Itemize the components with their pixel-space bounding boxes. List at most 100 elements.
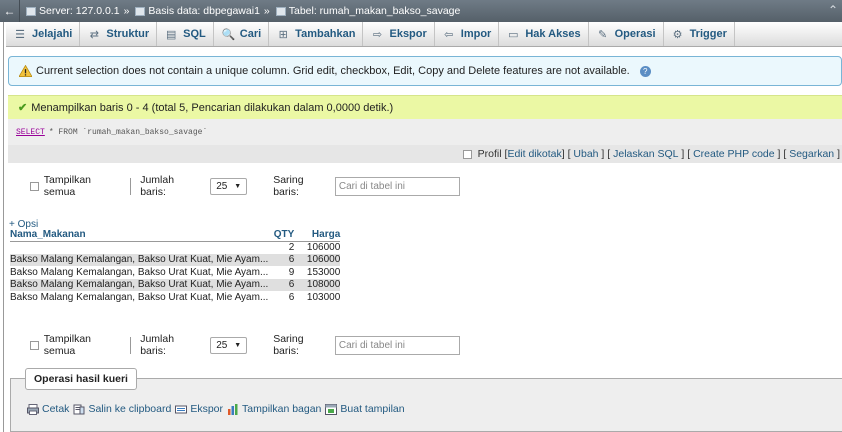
insert-icon: ⊞ xyxy=(278,28,288,41)
edit-link[interactable]: Ubah xyxy=(573,148,598,160)
export-label: Ekspor xyxy=(190,403,224,415)
tab-ekspor[interactable]: ⇨ Ekspor xyxy=(363,22,435,46)
cell-qty: 6 xyxy=(268,253,295,266)
tab-jelajahi[interactable]: ☰ Jelajahi xyxy=(6,22,81,46)
column-header-nama-makanan[interactable]: Nama_Makanan xyxy=(10,229,269,242)
clipboard-icon xyxy=(73,404,85,414)
profile-checkbox[interactable] xyxy=(462,149,472,159)
notice-text: Current selection does not contain a uni… xyxy=(36,65,630,77)
tab-label: Hak Akses xyxy=(525,28,581,40)
cell-qty: 6 xyxy=(288,291,295,303)
copy-clipboard-label: Salin ke clipboard xyxy=(88,403,172,415)
breadcrumb-server-label[interactable]: Server: 127.0.0.1 xyxy=(39,5,120,17)
wrench-icon: ✎ xyxy=(597,28,608,41)
column-header-harga[interactable]: Harga xyxy=(294,229,341,242)
display-chart-link[interactable]: Tampilkan bagan xyxy=(227,403,321,415)
tab-operasi[interactable]: ✎ Operasi xyxy=(589,22,664,46)
tab-trigger[interactable]: ⚙ Trigger xyxy=(664,22,735,46)
tab-label: Jelajahi xyxy=(32,28,73,40)
show-all-checkbox[interactable] xyxy=(30,181,39,191)
divider xyxy=(130,177,132,195)
cell-nama: Bakso Malang Kemalangan, Bakso Urat Kuat… xyxy=(10,291,269,303)
warning-icon xyxy=(19,65,32,77)
help-icon[interactable]: ? xyxy=(639,65,651,77)
filter-input[interactable]: Cari di tabel ini xyxy=(334,176,460,196)
sql-keyword[interactable]: SELECT xyxy=(16,128,45,137)
privileges-icon: ▭ xyxy=(508,28,519,41)
table-row: Bakso Malang Kemalangan, Bakso Urat Kuat… xyxy=(10,291,340,304)
breadcrumb-database-label[interactable]: Basis data: dbpegawai1 xyxy=(148,5,260,17)
tab-impor[interactable]: ⇦ Impor xyxy=(435,22,500,46)
cell-harga: 153000 xyxy=(306,266,341,278)
print-link[interactable]: Cetak xyxy=(27,403,69,415)
trigger-icon: ⚙ xyxy=(672,28,683,41)
results-table: Nama_Makanan QTY Harga 2 106000 Bakso Mal… xyxy=(10,229,341,304)
bracket-sep: ] [ xyxy=(598,148,614,160)
export-icon: ⇨ xyxy=(372,28,383,41)
create-view-link[interactable]: Buat tampilan xyxy=(325,403,405,415)
view-icon xyxy=(325,403,338,415)
tab-label: Impor xyxy=(460,28,492,40)
chevron-down-icon: ▼ xyxy=(234,341,242,349)
sql-rest: * FROM `rumah_makan_bakso_savage` xyxy=(48,127,208,137)
tab-label: Ekspor xyxy=(389,28,427,40)
copy-clipboard-link[interactable]: Salin ke clipboard xyxy=(73,403,171,415)
explain-sql-link[interactable]: Jelaskan SQL xyxy=(613,148,678,160)
bracket-close: ] xyxy=(834,148,840,160)
tab-label: SQL xyxy=(183,28,206,40)
tab-label: Tambahkan xyxy=(295,28,356,40)
tab-cari[interactable]: 🔍 Cari xyxy=(214,22,270,46)
print-icon xyxy=(27,403,39,415)
show-all-label[interactable]: Tampilkan semua xyxy=(44,174,123,198)
display-chart-label: Tampilkan bagan xyxy=(242,403,322,415)
sql-icon: ▤ xyxy=(165,28,177,41)
nav-controls-top: Tampilkan semua Jumlah baris: 25 ▼ Saring… xyxy=(30,174,460,198)
bracket-sep: ] [ xyxy=(774,148,790,160)
rows-select[interactable]: 25 ▼ xyxy=(210,336,248,354)
query-operations-legend: Operasi hasil kueri xyxy=(25,368,137,390)
column-header-qty[interactable]: QTY xyxy=(268,229,295,242)
breadcrumb-separator: » xyxy=(123,5,130,17)
tab-label: Operasi xyxy=(614,28,656,40)
cell-qty: 2 xyxy=(288,242,295,253)
print-label: Cetak xyxy=(42,403,70,415)
breadcrumb-table-label[interactable]: Tabel: rumah_makan_bakso_savage xyxy=(289,5,461,17)
tab-label: Cari xyxy=(239,28,262,40)
table-row: 2 106000 xyxy=(10,241,341,254)
left-border xyxy=(3,22,4,432)
export-link[interactable]: Ekspor xyxy=(175,403,223,415)
breadcrumb-server[interactable]: Server: 127.0.0.1 xyxy=(26,5,120,17)
create-php-link[interactable]: Create PHP code xyxy=(693,148,775,160)
search-icon: 🔍 xyxy=(221,28,236,41)
tab-hak-akses[interactable]: ▭ Hak Akses xyxy=(499,22,589,46)
tab-bar: ☰ Jelajahi ⇄ Struktur ▤ SQL 🔍 Cari ⊞ Tambahka… xyxy=(6,22,842,47)
tab-tambahkan[interactable]: ⊞ Tambahkan xyxy=(269,22,364,46)
query-operations-links: Cetak Salin ke clipboard Ekspor Tampilka… xyxy=(27,403,405,415)
refresh-link[interactable]: Segarkan xyxy=(789,148,834,160)
show-all-checkbox[interactable] xyxy=(30,340,39,350)
profile-label: Profil xyxy=(477,148,502,160)
table-row: Bakso Malang Kemalangan, Bakso Urat Kuat… xyxy=(10,266,340,279)
server-icon xyxy=(26,6,36,16)
cell-nama: Bakso Malang Kemalangan, Bakso Urat Kuat… xyxy=(10,253,269,266)
breadcrumb: ← Server: 127.0.0.1 » Basis data: dbpega… xyxy=(0,0,842,22)
tab-sql[interactable]: ▤ SQL xyxy=(157,22,214,46)
rows-select[interactable]: 25 ▼ xyxy=(210,177,248,195)
edit-inline-link[interactable]: Edit dikotak xyxy=(507,148,561,160)
rows-label: Jumlah baris: xyxy=(140,333,175,357)
back-arrow-icon[interactable]: ← xyxy=(0,0,20,22)
collapse-icon[interactable]: ⌃ xyxy=(828,3,838,17)
tab-struktur[interactable]: ⇄ Struktur xyxy=(80,22,158,46)
create-view-label: Buat tampilan xyxy=(340,403,405,415)
breadcrumb-database[interactable]: Basis data: dbpegawai1 xyxy=(135,5,260,17)
database-icon xyxy=(135,6,146,16)
cell-harga: 103000 xyxy=(306,291,341,303)
cell-harga: 106000 xyxy=(294,253,341,266)
import-icon: ⇦ xyxy=(444,28,454,41)
breadcrumb-table[interactable]: Tabel: rumah_makan_bakso_savage xyxy=(275,5,461,17)
show-all-label[interactable]: Tampilkan semua xyxy=(44,333,123,357)
query-operations-fieldset: Operasi hasil kueri Cetak Salin ke clipb… xyxy=(10,368,842,432)
filter-input[interactable]: Cari di tabel ini xyxy=(334,335,460,355)
cell-harga: 106000 xyxy=(306,242,341,253)
rows-value: 25 xyxy=(216,180,228,192)
